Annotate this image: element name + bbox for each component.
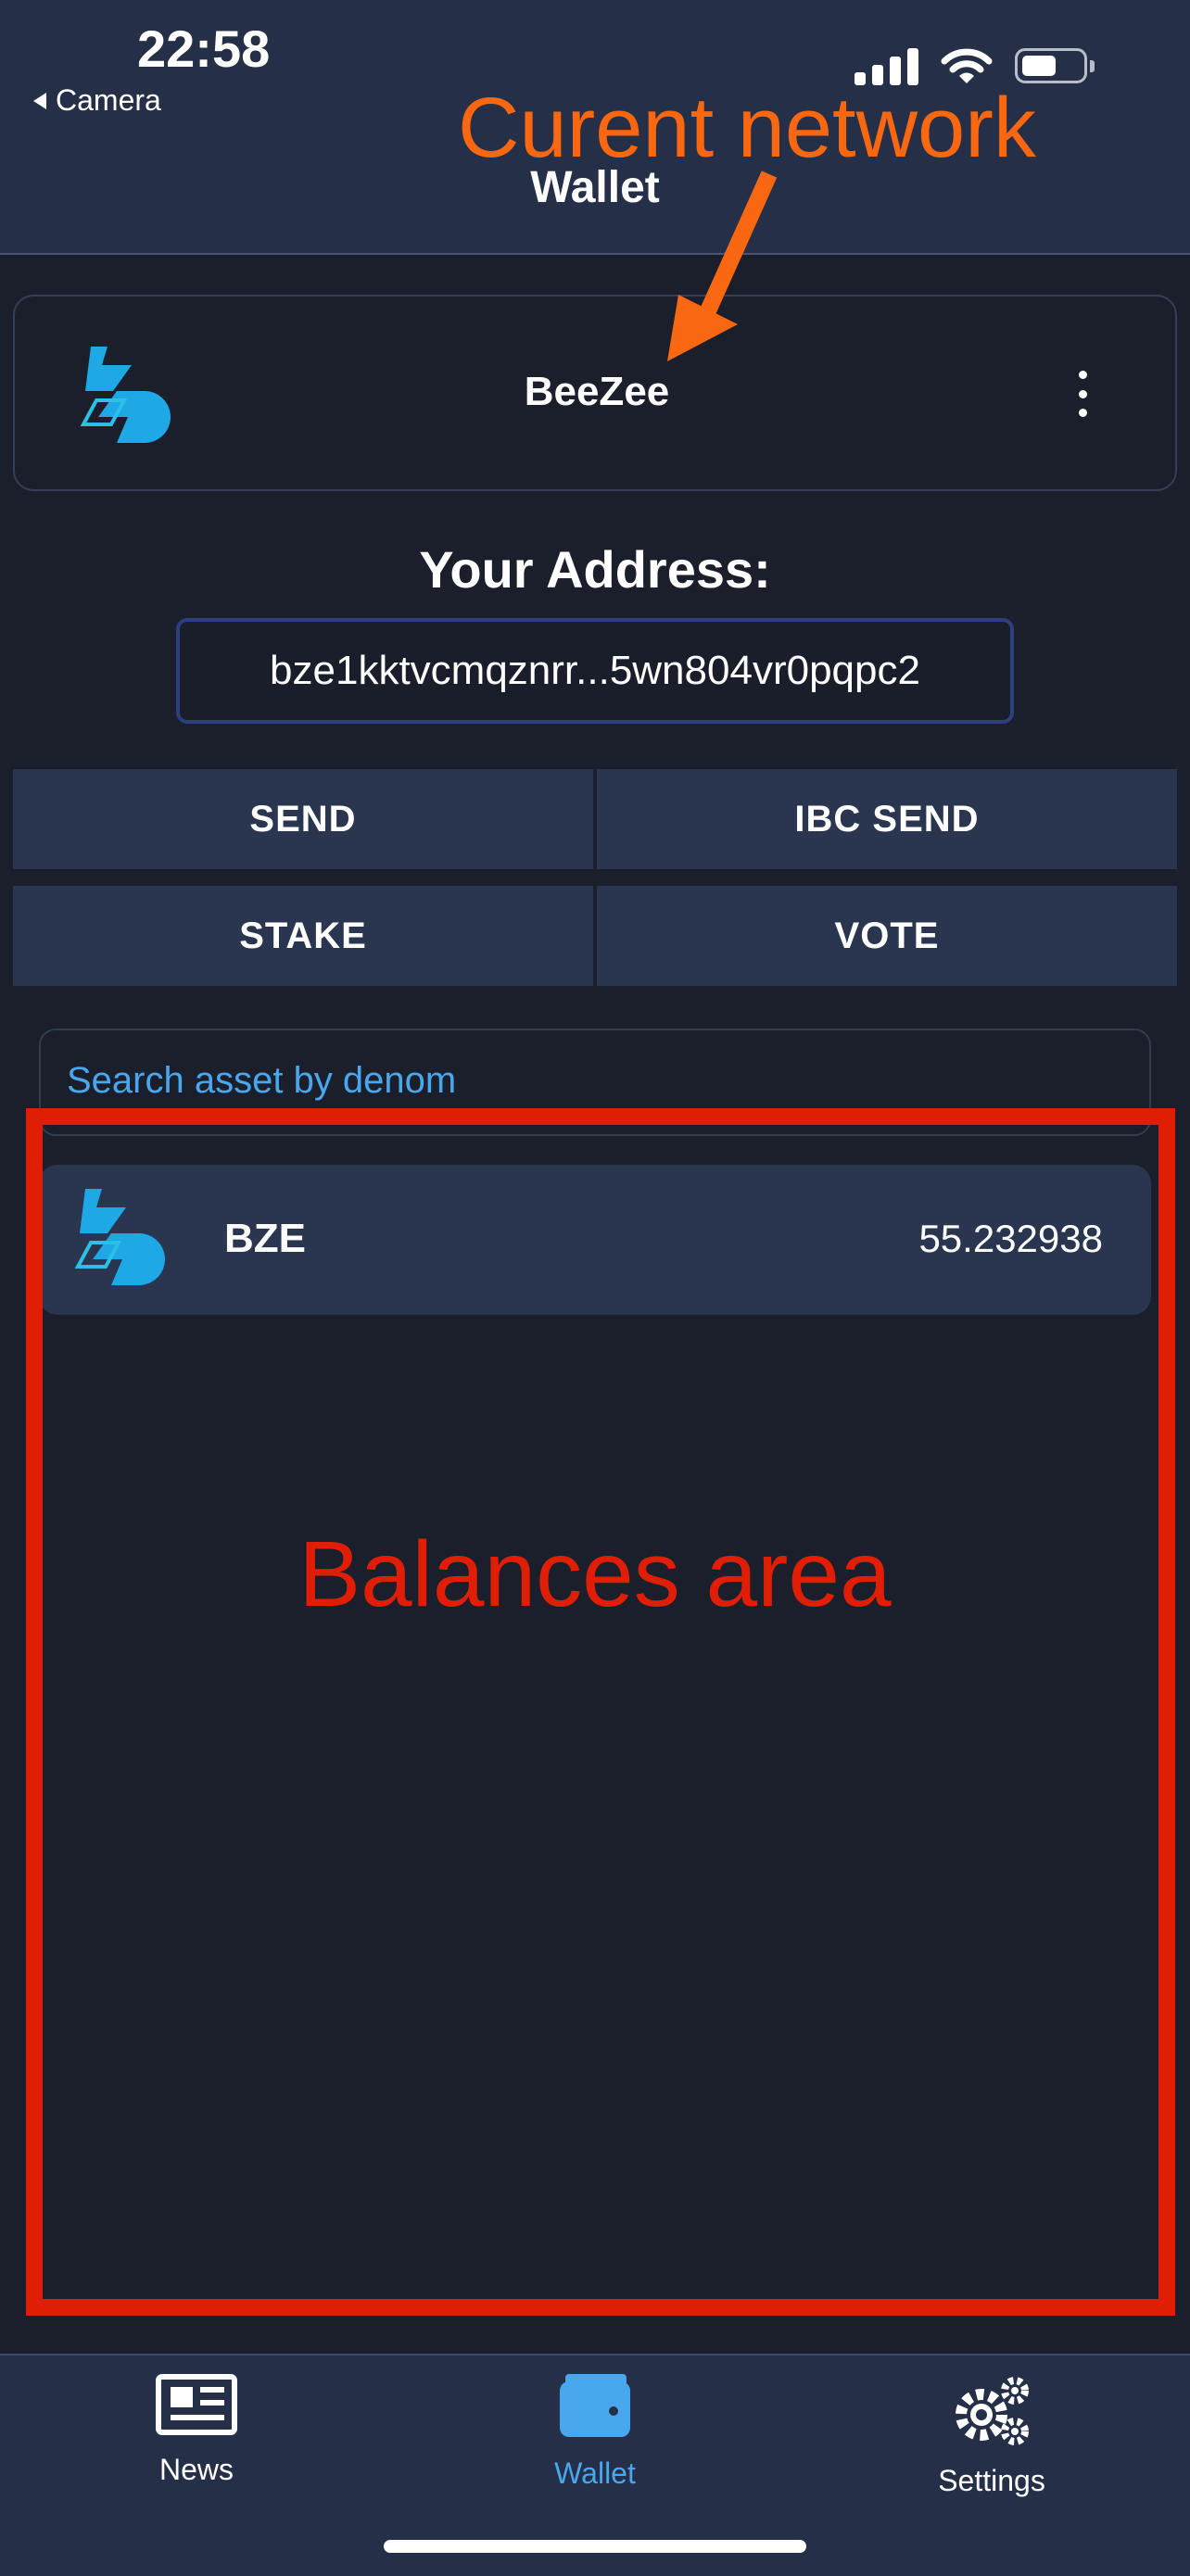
current-network-annotation: Curent network (458, 81, 1036, 175)
search-input[interactable] (67, 1060, 1086, 1102)
newspaper-icon (156, 2374, 237, 2435)
back-arrow-icon (33, 92, 46, 109)
tab-news[interactable]: News (57, 2374, 335, 2487)
address-field[interactable]: bze1kktvcmqznrr...5wn804vr0pqpc2 (176, 618, 1014, 724)
back-label: Camera (56, 83, 161, 117)
ibc-send-button[interactable]: IBC SEND (597, 769, 1177, 869)
tab-wallet[interactable]: Wallet (456, 2374, 734, 2491)
tab-settings-label: Settings (938, 2464, 1045, 2497)
address-label: Your Address: (419, 540, 771, 599)
send-button[interactable]: SEND (13, 769, 593, 869)
home-indicator[interactable] (384, 2540, 806, 2553)
network-selector[interactable]: BeeZee (13, 295, 1177, 491)
tab-wallet-label: Wallet (554, 2456, 636, 2490)
balances-area-label: Balances area (298, 1522, 892, 1626)
tab-news-label: News (158, 2453, 234, 2486)
gears-icon (956, 2377, 1029, 2445)
more-options-icon[interactable] (1071, 371, 1094, 417)
stake-button[interactable]: STAKE (13, 886, 593, 986)
back-to-camera-link[interactable]: Camera (33, 83, 161, 118)
annotation-arrow-icon (667, 170, 778, 361)
network-name: BeeZee (524, 369, 670, 414)
balances-area-annotation (26, 1108, 1175, 2316)
battery-icon (1015, 48, 1095, 83)
wallet-icon (560, 2374, 630, 2437)
tab-settings[interactable]: Settings (853, 2374, 1131, 2498)
status-time: 22:58 (137, 19, 271, 78)
vote-button[interactable]: VOTE (597, 886, 1177, 986)
